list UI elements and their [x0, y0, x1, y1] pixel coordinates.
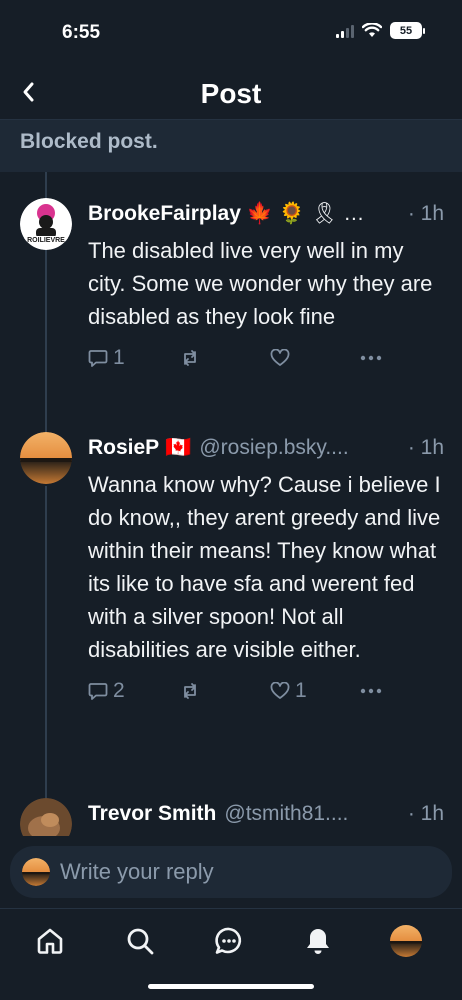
nav-profile[interactable] — [388, 923, 424, 959]
comment-icon — [88, 682, 108, 700]
home-icon — [37, 928, 63, 954]
search-icon — [127, 928, 154, 955]
post-actions: 2 1 — [88, 676, 444, 706]
reply-button[interactable]: 1 — [88, 346, 180, 370]
author-name[interactable]: RosieP — [88, 436, 159, 460]
thread-line — [45, 246, 47, 434]
status-time: 6:55 — [62, 22, 101, 43]
avatar-image: ROILIEVRE — [20, 198, 72, 250]
like-count: 1 — [295, 679, 307, 702]
repost-icon — [184, 683, 196, 699]
avatar[interactable]: ROILIEVRE — [20, 198, 72, 250]
thread-line — [45, 486, 47, 798]
post-actions: 1 — [88, 343, 444, 373]
blocked-post-banner: Blocked post. — [0, 120, 462, 172]
wifi-icon — [362, 23, 382, 37]
avatar[interactable] — [20, 798, 72, 836]
heart-icon — [270, 682, 290, 699]
repost-button[interactable] — [180, 349, 270, 367]
battery-icon: 55 — [390, 22, 425, 39]
nav-notifications[interactable] — [300, 923, 336, 959]
ellipsis-icon — [360, 355, 382, 361]
author-handle[interactable]: @tsmith81.... — [224, 802, 348, 826]
post-text: The disabled live very well in my city. … — [88, 238, 433, 329]
repost-button[interactable] — [180, 682, 270, 700]
status-icons: 55 — [336, 22, 425, 39]
post-header: Trevor Smith @tsmith81.... · 1h — [88, 800, 444, 828]
avatar-image — [20, 798, 72, 836]
post-item[interactable]: Trevor Smith @tsmith81.... · 1h — [0, 798, 462, 836]
post-header: RosieP 🇨🇦 @rosiep.bsky.... · 1h — [88, 434, 444, 462]
avatar[interactable] — [20, 432, 72, 484]
header: Post — [0, 64, 462, 120]
post-time: · 1h — [407, 436, 444, 459]
like-button[interactable]: 1 — [270, 679, 360, 703]
author-name[interactable]: BrookeFairplay — [88, 202, 241, 226]
heart-icon — [270, 349, 290, 366]
post-header: BrookeFairplay 🍁 🌻 🎗 … · 1h — [88, 200, 444, 228]
avatar-image — [20, 432, 72, 484]
post-time: · 1h — [407, 202, 444, 225]
more-options-button[interactable] — [360, 688, 382, 694]
repost-icon — [184, 350, 196, 366]
post-time: · 1h — [407, 802, 444, 825]
author-name[interactable]: Trevor Smith — [88, 802, 216, 826]
reply-count: 2 — [113, 679, 125, 702]
reply-count: 1 — [113, 346, 125, 369]
bell-icon — [307, 929, 329, 954]
nav-home[interactable] — [32, 923, 68, 959]
avatar — [22, 858, 50, 886]
svg-text:ROILIEVRE: ROILIEVRE — [27, 237, 65, 244]
nav-search[interactable] — [122, 923, 158, 959]
like-button[interactable] — [270, 349, 360, 367]
cellular-signal-icon — [336, 24, 354, 38]
status-bar: 6:55 55 — [0, 0, 462, 64]
avatar-image — [22, 858, 50, 886]
ellipsis-icon — [360, 688, 382, 694]
thread-line — [45, 172, 47, 198]
reply-input[interactable]: Write your reply — [10, 846, 452, 898]
reply-button[interactable]: 2 — [88, 679, 180, 703]
comment-icon — [88, 349, 108, 367]
author-handle[interactable]: @rosiep.bsky.... — [199, 436, 348, 460]
author-flair: 🇨🇦 — [165, 436, 192, 459]
chat-icon — [215, 927, 242, 954]
post-text: Wanna know why? Cause i believe I do kno… — [88, 472, 441, 662]
nav-chat[interactable] — [211, 923, 247, 959]
blocked-post-label: Blocked post. — [20, 130, 158, 153]
more-options-button[interactable] — [360, 355, 382, 361]
reply-placeholder: Write your reply — [60, 859, 214, 884]
avatar-image — [390, 925, 422, 957]
page-title: Post — [200, 78, 262, 109]
home-indicator — [148, 984, 314, 989]
author-flair: 🍁 🌻 🎗 … — [246, 202, 365, 225]
